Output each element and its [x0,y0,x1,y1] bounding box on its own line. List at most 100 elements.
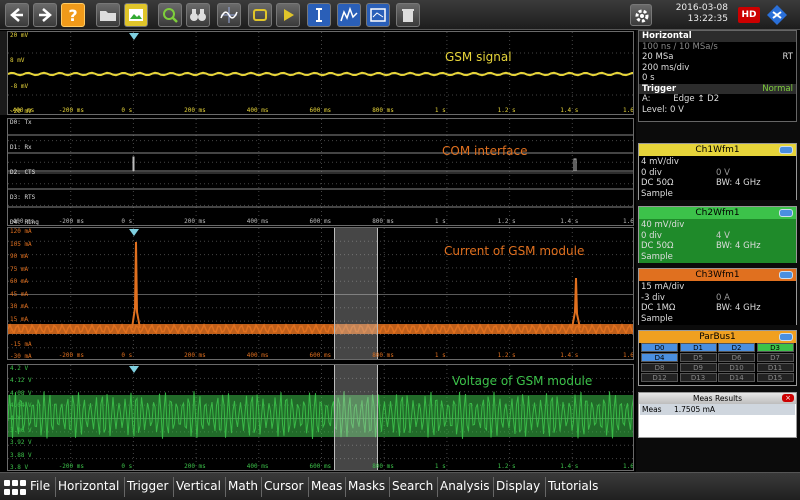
ch2-waveform-body: 40 mV/div 0 div 4 V DC 50Ω BW: 4 GHz Sampl… [639,219,796,263]
svg-text:?: ? [68,6,77,25]
mask-icon[interactable] [366,3,390,27]
y-axis-label: D1: Rx [10,144,32,151]
x-axis-label: 800 ms [372,218,394,225]
parbus-bit-d10[interactable]: D10 [718,363,755,372]
parbus-bit-d8[interactable]: D8 [641,363,678,372]
parbus-minimize-icon[interactable] [779,333,793,341]
photo-icon[interactable] [124,3,148,27]
menu-item-analysis[interactable]: Analysis [440,479,489,493]
x-axis-label: 1 s [434,463,446,470]
voltage-panel[interactable]: Voltage of GSM module 4.2 V 4.12 V 4.08 V 4… [7,364,634,471]
ch2-minimize-icon[interactable] [779,209,793,217]
x-axis-label: 200 ms [184,352,206,359]
gsm-signal-panel[interactable]: GSM signal 20 mV 8 mV -8 mV -20 mV -200 ms 0 … [7,31,634,115]
ch3-coupling: DC 1MΩ [641,303,676,313]
close-icon[interactable]: × [782,394,794,402]
x-axis-label: 1 s [434,352,446,359]
trigger-marker-icon[interactable] [129,33,139,40]
ch3-scale: 15 mA/div [641,282,685,292]
open-folder-icon[interactable] [96,3,120,27]
menu-item-vertical[interactable]: Vertical [176,479,221,493]
ch1-minimize-icon[interactable] [779,146,793,154]
x-axis-label: -200 ms [58,463,84,470]
ch2-waveform-box[interactable]: Ch2Wfm1 40 mV/div 0 div 4 V DC 50Ω BW: 4 G… [638,206,797,263]
parbus-box[interactable]: ParBus1 D0 D1 D2 D3 D4 D5 D6 D7 D8 D9 D10 D11 D12 D13… [638,330,797,386]
parbus-bit-d6[interactable]: D6 [718,353,755,362]
toolbar: ? 2016-03-08 13:22:35 HD [0,0,800,30]
zoom-zone[interactable] [334,228,378,359]
menu-item-horizontal[interactable]: Horizontal [58,479,119,493]
parbus-bit-d7[interactable]: D7 [756,353,794,362]
y-axis-label: 8 mV [10,57,25,65]
trigger-title: Trigger [642,83,677,94]
rising-edge-icon: ↥ [697,94,705,104]
parbus-bit-d11[interactable]: D11 [756,363,794,372]
menu-item-file[interactable]: File [30,479,50,493]
current-spike [571,277,581,329]
y-axis-label: 3.8 V [10,464,29,471]
parbus-bit-d9[interactable]: D9 [679,363,717,372]
play-icon[interactable] [276,3,300,27]
parbus-bit-d2[interactable]: D2 [718,343,755,352]
menu-item-display[interactable]: Display [496,479,540,493]
horizontal-box[interactable]: Horizontal 100 ns / 10 MSa/s 20 MSa RT 2… [638,30,797,122]
current-panel[interactable]: Current of GSM module 120 mA 105 mA 90 mA 7… [7,227,634,360]
menu-item-tutorials[interactable]: Tutorials [548,479,598,493]
menu-separator [55,477,56,497]
zoom-icon[interactable] [158,3,182,27]
menu-bar: File Horizontal Trigger Vertical Math Cursor M… [0,472,800,500]
menu-item-meas[interactable]: Meas [311,479,342,493]
menu-item-trigger[interactable]: Trigger [127,479,168,493]
apps-grid-icon[interactable] [4,480,26,495]
trigger-marker-icon[interactable] [129,366,139,373]
ch3-bw: BW: 4 GHz [716,303,761,313]
help-icon[interactable]: ? [61,3,85,27]
zoom-zone[interactable] [334,365,378,470]
menu-separator [308,477,309,497]
x-axis-label: 1.6 s [623,218,634,225]
y-axis-label: 105 mA [10,240,32,248]
ch3-minimize-icon[interactable] [779,271,793,279]
y-axis-label: 4.2 V [10,365,29,372]
menu-item-math[interactable]: Math [228,479,258,493]
com-interface-panel[interactable]: COM interface D0: Tx D1: Rx D2: CTS D3: RTS… [7,118,634,226]
chip-icon[interactable] [248,3,272,27]
y-axis-label: 120 mA [10,228,32,235]
gear-icon[interactable] [630,4,652,26]
ch3-waveform-body: 15 mA/div -3 div 0 A DC 1MΩ BW: 4 GHz Samp… [639,281,796,325]
forward-icon[interactable] [33,3,57,27]
parbus-bit-d4[interactable]: D4 [641,353,678,362]
ch1-waveform-header: Ch1Wfm1 [639,144,796,156]
y-axis-label: -30 mA [10,353,32,360]
menu-separator [389,477,390,497]
parbus-bit-d1[interactable]: D1 [679,343,717,352]
x-axis-label: 1.2 s [497,218,516,225]
fft-icon[interactable] [217,3,241,27]
parbus-bit-d14[interactable]: D14 [718,373,755,382]
menu-separator [173,477,174,497]
meas-results-box[interactable]: Meas Results × Meas 1.7505 mA [638,392,797,438]
ch3-waveform-box[interactable]: Ch3Wfm1 15 mA/div -3 div 0 A DC 1MΩ BW: 4 … [638,268,797,325]
parbus-bit-d0[interactable]: D0 [641,343,678,352]
parbus-bit-d12[interactable]: D12 [641,373,678,382]
parbus-bit-d15[interactable]: D15 [756,373,794,382]
menu-item-cursor[interactable]: Cursor [264,479,303,493]
com-grid [8,119,633,225]
spectrum-icon[interactable] [337,3,361,27]
bus-icon[interactable] [307,3,331,27]
binoculars-icon[interactable] [186,3,210,27]
parbus-bit-d3[interactable]: D3 [756,343,794,352]
x-axis-label: 800 ms [372,463,394,470]
menu-item-search[interactable]: Search [392,479,433,493]
parbus-bit-d5[interactable]: D5 [679,353,717,362]
trigger-marker-icon[interactable] [129,229,139,236]
menu-item-masks[interactable]: Masks [348,479,385,493]
right-info-panel: Horizontal 100 ns / 10 MSa/s 20 MSa RT 2… [636,30,800,472]
back-icon[interactable] [5,3,29,27]
datetime: 2016-03-08 13:22:35 [672,3,728,25]
trash-icon[interactable] [396,3,420,27]
y-axis-label: 20 mV [10,32,29,39]
meas-result-row[interactable]: Meas 1.7505 mA [640,404,795,415]
parbus-bit-d13[interactable]: D13 [679,373,717,382]
ch1-waveform-box[interactable]: Ch1Wfm1 4 mV/div 0 div 0 V DC 50Ω BW: 4 GH… [638,143,797,200]
